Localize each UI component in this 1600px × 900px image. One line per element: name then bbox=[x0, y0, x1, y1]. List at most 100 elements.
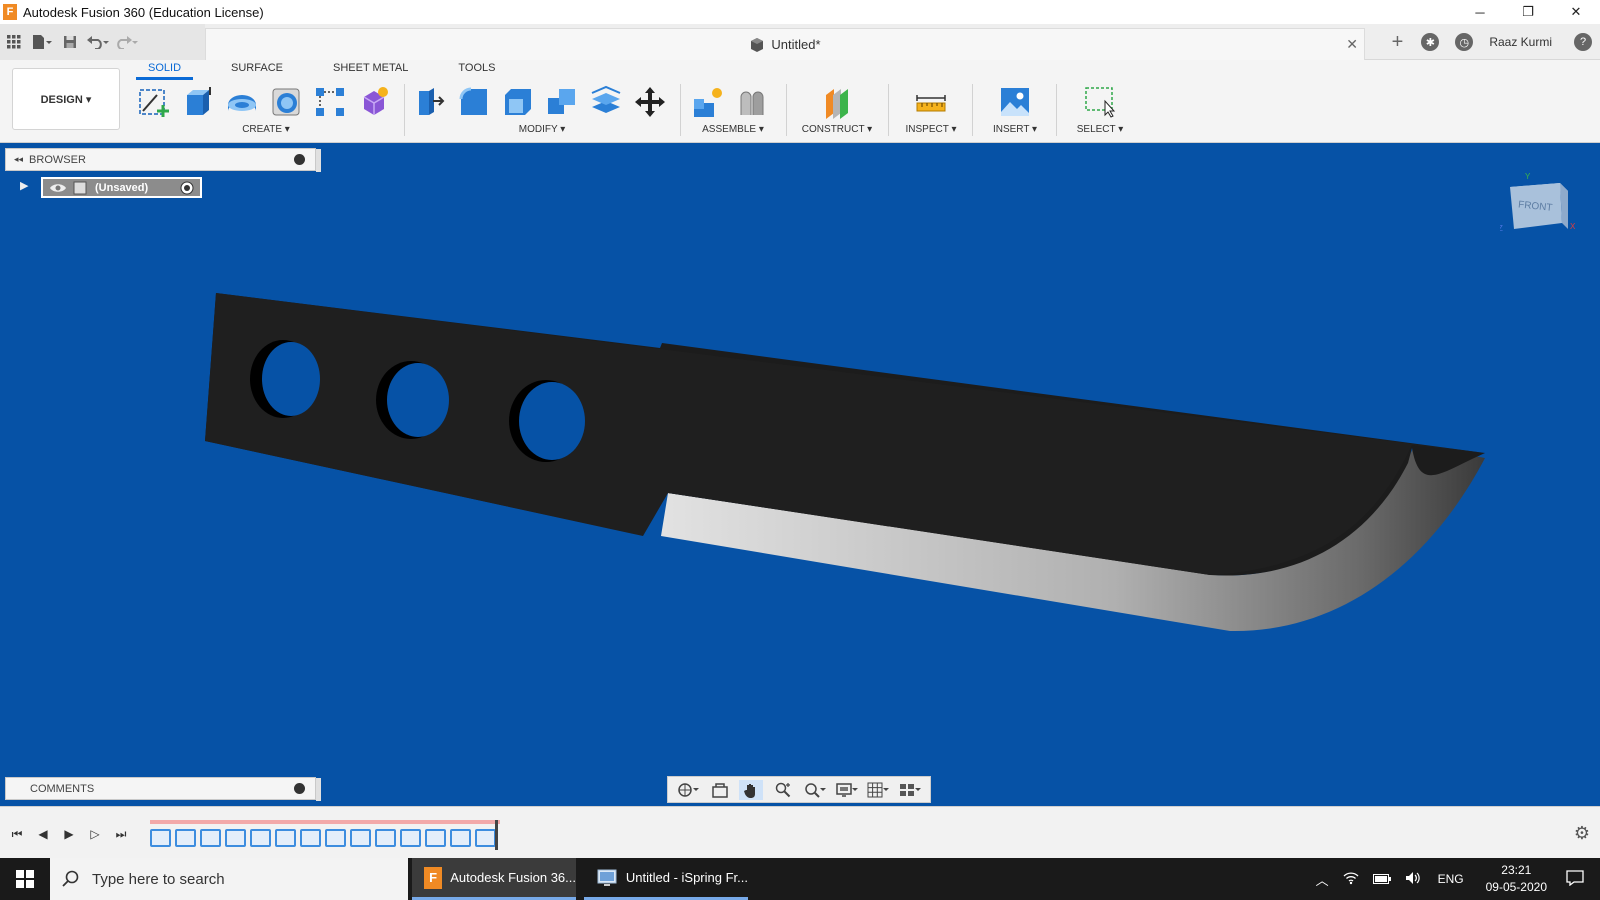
close-window-button[interactable]: ✕ bbox=[1552, 0, 1600, 24]
start-button[interactable] bbox=[0, 858, 50, 900]
press-pull-icon[interactable] bbox=[408, 82, 452, 122]
save-icon[interactable] bbox=[56, 28, 84, 56]
pan-hand-icon[interactable] bbox=[739, 779, 764, 800]
comments-panel[interactable]: COMMENTS bbox=[5, 777, 321, 801]
tab-surface[interactable]: SURFACE bbox=[219, 60, 295, 80]
timeline-feature-item[interactable] bbox=[375, 829, 396, 847]
timeline-marker-handle[interactable] bbox=[495, 820, 498, 850]
timeline-feature-item[interactable] bbox=[450, 829, 471, 847]
timeline-settings-gear-icon[interactable]: ⚙ bbox=[1574, 823, 1590, 844]
volume-icon[interactable] bbox=[1405, 871, 1421, 888]
timeline-next-button[interactable]: ▷ bbox=[84, 825, 106, 843]
revolve-icon[interactable] bbox=[220, 82, 264, 122]
timeline-feature-item[interactable] bbox=[350, 829, 371, 847]
move-copy-icon[interactable] bbox=[628, 82, 672, 122]
restore-button[interactable]: ❐ bbox=[1504, 0, 1552, 24]
zoom-icon[interactable] bbox=[771, 780, 795, 800]
timeline-feature-item[interactable] bbox=[275, 829, 296, 847]
timeline-feature-item[interactable] bbox=[425, 829, 446, 847]
form-icon[interactable] bbox=[352, 82, 396, 122]
window-select-icon[interactable] bbox=[1078, 82, 1122, 122]
browser-resize-handle[interactable] bbox=[316, 149, 321, 172]
extrude-icon[interactable] bbox=[176, 82, 220, 122]
orbit-icon[interactable] bbox=[676, 780, 700, 800]
timeline-last-button[interactable]: ⏭ bbox=[110, 825, 132, 843]
tab-sheet-metal[interactable]: SHEET METAL bbox=[321, 60, 420, 80]
timeline-feature-item[interactable] bbox=[475, 829, 496, 847]
combine-icon[interactable] bbox=[540, 82, 584, 122]
battery-icon[interactable] bbox=[1372, 872, 1391, 887]
measure-icon[interactable] bbox=[909, 82, 953, 122]
fillet-icon[interactable] bbox=[452, 82, 496, 122]
construct-menu[interactable]: CONSTRUCT ▾ bbox=[792, 124, 882, 135]
document-tab[interactable]: Untitled* ✕ bbox=[205, 28, 1365, 60]
timeline-feature-item[interactable] bbox=[150, 829, 171, 847]
language-indicator[interactable]: ENG bbox=[1438, 872, 1464, 886]
new-tab-button[interactable]: + bbox=[1392, 31, 1404, 54]
select-menu[interactable]: SELECT ▾ bbox=[1060, 124, 1140, 135]
add-comment-icon[interactable] bbox=[294, 783, 305, 794]
minimize-button[interactable]: ─ bbox=[1456, 0, 1504, 24]
look-at-icon[interactable] bbox=[708, 780, 732, 800]
tab-tools[interactable]: TOOLS bbox=[446, 60, 507, 80]
taskbar-search-box[interactable]: Type here to search bbox=[50, 858, 408, 900]
browser-panel[interactable]: ◂◂ BROWSER bbox=[5, 148, 321, 172]
display-settings-icon[interactable] bbox=[835, 780, 859, 800]
create-menu[interactable]: CREATE ▾ bbox=[132, 124, 400, 135]
timeline-feature-item[interactable] bbox=[250, 829, 271, 847]
minimize-browser-icon[interactable] bbox=[294, 154, 305, 165]
extensions-icon[interactable]: ✱ bbox=[1421, 33, 1440, 51]
timeline-feature-item[interactable] bbox=[325, 829, 346, 847]
joint-icon[interactable] bbox=[730, 82, 774, 122]
notifications-icon[interactable] bbox=[1566, 869, 1584, 889]
timeline-feature-item[interactable] bbox=[200, 829, 221, 847]
zoom-window-icon[interactable] bbox=[803, 780, 827, 800]
redo-icon[interactable] bbox=[112, 28, 140, 56]
tab-solid[interactable]: SOLID bbox=[136, 60, 194, 80]
insert-image-icon[interactable] bbox=[993, 82, 1037, 122]
assemble-menu[interactable]: ASSEMBLE ▾ bbox=[686, 124, 780, 135]
rectangular-pattern-icon[interactable] bbox=[308, 82, 352, 122]
chevron-up-icon[interactable]: ︿ bbox=[1316, 870, 1329, 889]
offset-face-icon[interactable] bbox=[584, 82, 628, 122]
comments-resize-handle[interactable] bbox=[316, 778, 321, 801]
timeline-track[interactable] bbox=[150, 820, 500, 852]
new-component-icon[interactable] bbox=[686, 82, 730, 122]
inspect-menu[interactable]: INSPECT ▾ bbox=[894, 124, 968, 135]
taskbar-app-ispring[interactable]: Untitled - iSpring Fr... bbox=[584, 858, 748, 900]
user-account-name[interactable]: Raaz Kurmi bbox=[1489, 35, 1552, 49]
timeline-feature-item[interactable] bbox=[225, 829, 246, 847]
viewcube[interactable]: FRONT Y X Z bbox=[1498, 172, 1580, 243]
browser-root-node[interactable]: (Unsaved) bbox=[41, 177, 202, 198]
create-sketch-icon[interactable] bbox=[132, 82, 176, 122]
expand-node-icon[interactable]: ▶ bbox=[20, 179, 28, 192]
close-document-icon[interactable]: ✕ bbox=[1346, 36, 1358, 53]
network-wifi-icon[interactable] bbox=[1343, 871, 1359, 888]
timeline-first-button[interactable]: ⏮ bbox=[6, 825, 28, 843]
data-panel-grid-icon[interactable] bbox=[0, 28, 28, 56]
modify-menu[interactable]: MODIFY ▾ bbox=[408, 124, 676, 135]
timeline-feature-item[interactable] bbox=[300, 829, 321, 847]
offset-plane-icon[interactable] bbox=[815, 82, 859, 122]
help-icon[interactable]: ? bbox=[1574, 33, 1592, 51]
timeline-previous-button[interactable]: ◀ bbox=[32, 825, 54, 843]
workspace-switcher-button[interactable]: DESIGN ▾ bbox=[12, 68, 120, 130]
taskbar-app-fusion[interactable]: F Autodesk Fusion 36... bbox=[412, 858, 576, 900]
job-status-clock-icon[interactable]: ◷ bbox=[1455, 33, 1474, 51]
undo-icon[interactable] bbox=[84, 28, 112, 56]
viewports-icon[interactable] bbox=[898, 780, 922, 800]
timeline-feature-item[interactable] bbox=[175, 829, 196, 847]
3d-canvas[interactable]: ◂◂ BROWSER ▶ (Unsaved) COMMENTS FRONT Y bbox=[0, 143, 1600, 806]
visibility-eye-icon[interactable] bbox=[49, 182, 67, 194]
collapse-browser-icon[interactable]: ◂◂ bbox=[14, 154, 23, 165]
sweep-icon[interactable] bbox=[264, 82, 308, 122]
taskbar-clock[interactable]: 23:21 09-05-2020 bbox=[1486, 862, 1547, 896]
file-menu-icon[interactable] bbox=[28, 28, 56, 56]
timeline-play-button[interactable]: ▶ bbox=[58, 825, 80, 843]
knife-blade-model[interactable] bbox=[0, 143, 1600, 806]
activate-radio-icon[interactable] bbox=[180, 181, 194, 195]
shell-icon[interactable] bbox=[496, 82, 540, 122]
insert-menu[interactable]: INSERT ▾ bbox=[978, 124, 1052, 135]
grid-settings-icon[interactable] bbox=[866, 780, 890, 800]
timeline-feature-item[interactable] bbox=[400, 829, 421, 847]
